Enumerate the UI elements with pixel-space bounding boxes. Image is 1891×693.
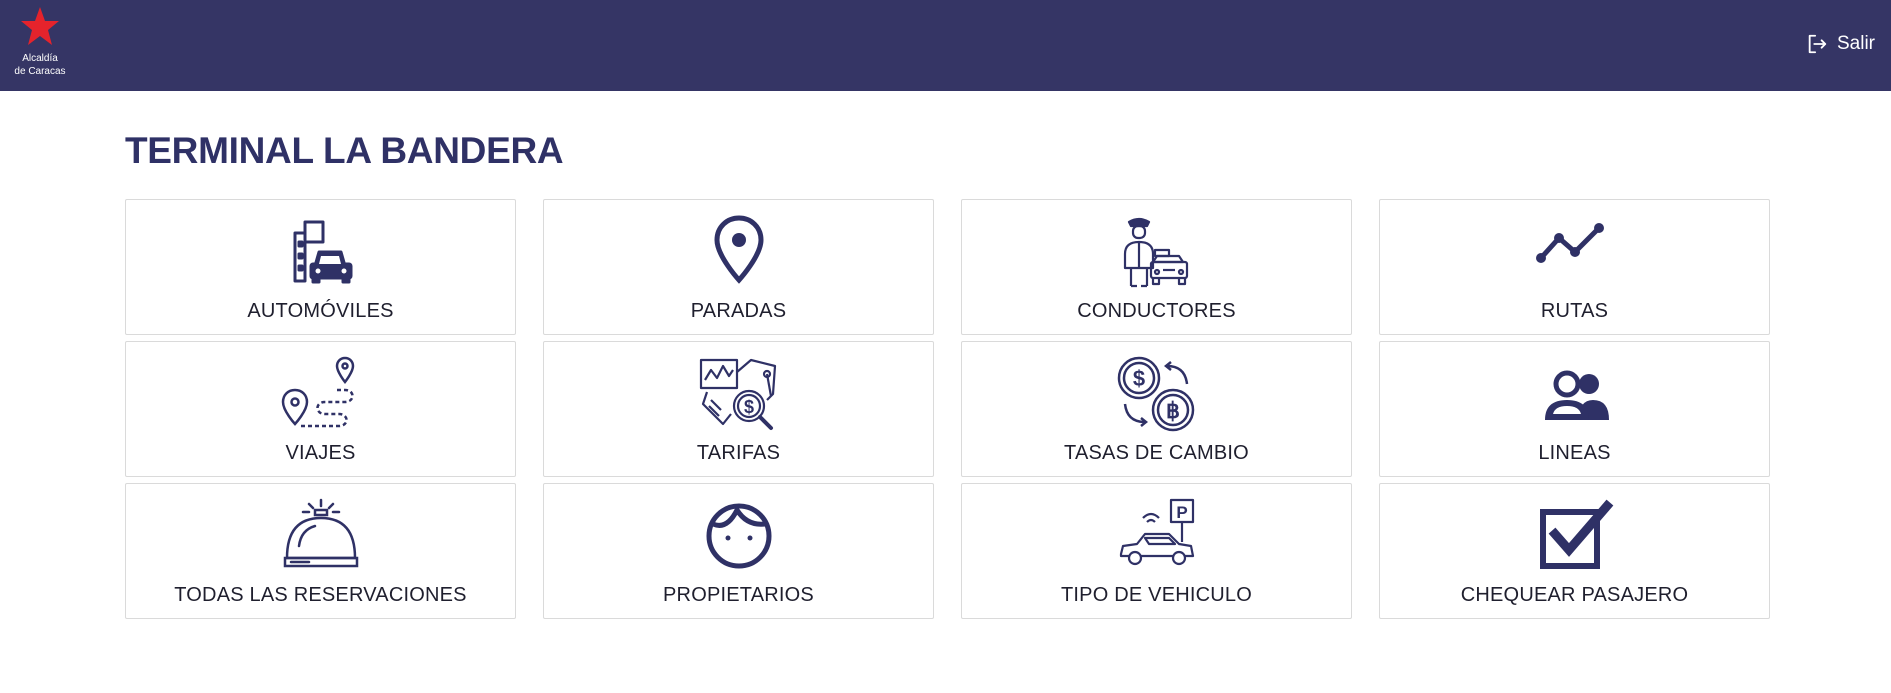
svg-text:฿: ฿ [1166, 398, 1180, 423]
city-car-icon [279, 214, 363, 290]
svg-text:$: $ [743, 397, 753, 417]
connected-car-parking-icon: P [1115, 498, 1199, 574]
menu-card-tipo-de-vehiculo[interactable]: P TIPO DE VEHICULO [961, 483, 1352, 619]
menu-grid: AUTOMÓVILES PARADAS CONDUCTORES RUTAS VI… [125, 199, 1770, 619]
menu-card-label: PARADAS [690, 300, 787, 322]
svg-text:$: $ [1132, 366, 1144, 391]
menu-card-rutas[interactable]: RUTAS [1379, 199, 1770, 335]
alcaldia-logo[interactable]: Alcaldía de Caracas [8, 6, 72, 82]
map-pin-icon [697, 214, 781, 290]
logo-line-2: de Caracas [14, 66, 66, 77]
page-title: TERMINAL LA BANDERA [125, 130, 564, 171]
menu-card-label: RUTAS [1540, 300, 1609, 322]
users-group-icon [1533, 356, 1617, 432]
menu-card-label: PROPIETARIOS [663, 584, 814, 606]
logout-button[interactable]: Salir [1806, 30, 1875, 58]
fare-analysis-icon: $ [697, 356, 781, 432]
person-face-icon [697, 498, 781, 574]
svg-text:P: P [1176, 503, 1187, 522]
logout-label: Salir [1836, 33, 1875, 54]
menu-card-chequear-pasajero[interactable]: CHEQUEAR PASAJERO [1379, 483, 1770, 619]
menu-card-todas-las-reservaciones[interactable]: TODAS LAS RESERVACIONES [125, 483, 516, 619]
menu-card-label: TASAS DE CAMBIO [1064, 442, 1249, 464]
menu-card-label: VIAJES [285, 442, 356, 464]
menu-card-label: AUTOMÓVILES [247, 300, 394, 322]
trip-path-icon [279, 356, 363, 432]
red-star-icon [21, 7, 59, 45]
logout-icon [1808, 34, 1827, 54]
route-line-icon [1533, 214, 1617, 290]
menu-card-tarifas[interactable]: $ TARIFAS [543, 341, 934, 477]
menu-card-label: TIPO DE VEHICULO [1060, 584, 1252, 606]
driver-taxi-icon [1115, 214, 1199, 290]
menu-card-propietarios[interactable]: PROPIETARIOS [543, 483, 934, 619]
menu-card-lineas[interactable]: LINEAS [1379, 341, 1770, 477]
menu-card-label: TODAS LAS RESERVACIONES [174, 584, 467, 606]
reception-bell-icon [279, 498, 363, 574]
menu-card-tasas-de-cambio[interactable]: $ ฿ TASAS DE CAMBIO [961, 341, 1352, 477]
logo-text: Alcaldía de Caracas [8, 52, 72, 78]
checkbox-check-icon [1533, 498, 1617, 574]
menu-card-label: CONDUCTORES [1077, 300, 1236, 322]
menu-card-automoviles[interactable]: AUTOMÓVILES [125, 199, 516, 335]
menu-card-label: LINEAS [1538, 442, 1611, 464]
top-navbar: Alcaldía de Caracas Salir [0, 0, 1891, 91]
menu-card-paradas[interactable]: PARADAS [543, 199, 934, 335]
menu-card-label: CHEQUEAR PASAJERO [1460, 584, 1689, 606]
menu-card-viajes[interactable]: VIAJES [125, 341, 516, 477]
menu-card-label: TARIFAS [696, 442, 781, 464]
menu-card-conductores[interactable]: CONDUCTORES [961, 199, 1352, 335]
currency-exchange-icon: $ ฿ [1115, 356, 1199, 432]
logo-line-1: Alcaldía [22, 53, 58, 64]
